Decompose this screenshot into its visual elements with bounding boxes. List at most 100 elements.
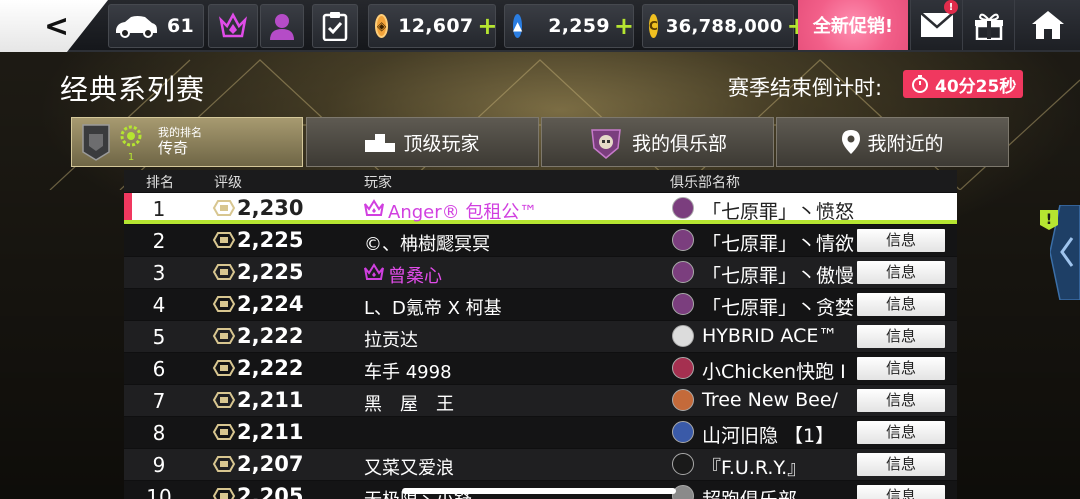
table-row[interactable]: 5 2,222 拉贡达 HYBRID ACE™ 信息: [124, 321, 957, 352]
header-rating: 评级: [214, 175, 242, 191]
rating-badge-icon: [212, 264, 236, 280]
rating-badge-icon: [212, 296, 236, 312]
my-rank-value: 传奇: [158, 138, 189, 157]
credits-counter[interactable]: C 36,788,000 +: [642, 4, 807, 48]
blue-credit-icon: ▲: [513, 14, 523, 38]
club-pirate-icon: [591, 129, 621, 159]
rating-cell: 2,205: [237, 484, 304, 499]
rating-badge-icon: [212, 232, 236, 248]
player-name[interactable]: 又菜又爱浪: [364, 454, 454, 480]
info-button[interactable]: 信息: [857, 389, 945, 412]
league-button[interactable]: [208, 4, 258, 48]
info-button[interactable]: 信息: [857, 293, 945, 316]
header-player: 玩家: [364, 175, 392, 191]
promo-button[interactable]: 全新促销!: [798, 0, 908, 50]
tasks-button[interactable]: [312, 4, 358, 48]
rating-cell: 2,222: [237, 356, 304, 380]
player-name[interactable]: 黑 屋 王: [364, 390, 454, 416]
table-row[interactable]: 3 2,225 曾桑心 「七原罪」丶傲慢 信息: [124, 257, 957, 288]
svg-text:1: 1: [128, 152, 134, 162]
club-emblem-icon: [672, 421, 694, 443]
club-name[interactable]: Tree New Bee/: [702, 389, 838, 411]
player-name[interactable]: 曾桑心: [388, 262, 442, 288]
side-drawer-toggle[interactable]: !: [1040, 204, 1080, 301]
table-row[interactable]: 2 2,225 ©、柟樹飂冥冥 「七原罪」丶情欲 信息: [124, 225, 957, 256]
info-button[interactable]: 信息: [857, 453, 945, 476]
table-row[interactable]: 8 2,211 山河旧隐 【1】 信息: [124, 417, 957, 448]
legend-badge-icon: [82, 124, 110, 161]
back-button[interactable]: <: [0, 0, 108, 52]
club-name[interactable]: 「七原罪」丶愤怒: [702, 197, 854, 224]
rating-badge-icon: [212, 392, 236, 408]
rank-cell: 10: [146, 485, 172, 499]
rating-cell: 2,222: [237, 324, 304, 348]
table-row[interactable]: 7 2,211 黑 屋 王 Tree New Bee/信息: [124, 385, 957, 416]
club-name[interactable]: HYBRID ACE™: [702, 325, 837, 347]
mail-button[interactable]: !: [910, 0, 962, 50]
rating-badge-icon: [212, 200, 236, 216]
info-button[interactable]: 信息: [857, 261, 945, 284]
club-name[interactable]: 「七原罪」丶傲慢: [702, 261, 854, 288]
rating-cell: 2,225: [237, 228, 304, 252]
club-name[interactable]: 小Chicken快跑 I: [702, 357, 846, 384]
mail-icon: [919, 12, 954, 37]
rating-cell: 2,207: [237, 452, 304, 476]
blue-credits-value: 2,259: [548, 15, 610, 37]
title-bar: 经典系列赛 赛季结束倒计时: 40分25秒: [0, 56, 1080, 114]
blue-credits-counter[interactable]: ▲ 2,259 +: [504, 4, 634, 48]
rating-badge-icon: [212, 424, 236, 440]
season-countdown: 40分25秒: [903, 70, 1023, 98]
club-name[interactable]: 山河旧隐 【1】: [702, 421, 834, 448]
info-button[interactable]: 信息: [857, 229, 945, 252]
gift-icon: [974, 13, 1003, 40]
club-emblem-icon: [672, 357, 694, 379]
player-name[interactable]: 车手 4998: [364, 358, 452, 384]
table-row[interactable]: 1 2,230 Anger® 包租公™ 「七原罪」丶愤怒: [124, 193, 957, 224]
tab-my-rank[interactable]: 1 我的排名 传奇: [71, 117, 303, 167]
table-row[interactable]: 4 2,224 L、D氪帝 X 柯基 「七原罪」丶贪婪 信息: [124, 289, 957, 320]
club-emblem-icon: [672, 389, 694, 411]
table-row[interactable]: 6 2,222 车手 4998 小Chicken快跑 I 信息: [124, 353, 957, 384]
add-tokens-icon[interactable]: +: [477, 12, 497, 40]
info-button[interactable]: 信息: [857, 325, 945, 348]
tab-my-club[interactable]: 我的俱乐部: [541, 117, 774, 167]
rank-cell: 4: [152, 293, 166, 317]
rating-badge-icon: [212, 456, 236, 472]
club-emblem-icon: [672, 197, 694, 219]
add-blue-credits-icon[interactable]: +: [614, 12, 634, 40]
club-name[interactable]: 「七原罪」丶贪婪: [702, 293, 854, 320]
player-name[interactable]: 拉贡达: [364, 326, 418, 352]
header-rank: 排名: [146, 175, 174, 191]
player-name[interactable]: Anger® 包租公™: [388, 198, 537, 224]
info-button[interactable]: 信息: [857, 485, 945, 499]
credit-icon: C: [649, 14, 658, 38]
tab-top-players[interactable]: 顶级玩家: [306, 117, 539, 167]
club-name[interactable]: 『F.U.R.Y.』: [702, 453, 806, 480]
crown-icon: [364, 199, 384, 216]
cars-count: 61: [167, 15, 195, 37]
club-name[interactable]: 超跑俱乐部: [702, 485, 797, 499]
table-row[interactable]: 9 2,207 又菜又爱浪 『F.U.R.Y.』 信息: [124, 449, 957, 480]
player-name[interactable]: ©、柟樹飂冥冥: [364, 230, 490, 256]
home-button[interactable]: [1014, 0, 1080, 50]
tab-nearby[interactable]: 我附近的: [776, 117, 1009, 167]
credits-value: 36,788,000: [665, 15, 783, 37]
token-icon: ◈: [375, 14, 389, 38]
info-button[interactable]: 信息: [857, 357, 945, 380]
cars-counter[interactable]: 61: [108, 4, 204, 48]
info-button[interactable]: 信息: [857, 421, 945, 444]
rank-cell: 6: [152, 357, 166, 381]
gift-button[interactable]: [962, 0, 1014, 50]
rating-badge-icon: [212, 360, 236, 376]
stopwatch-icon: [912, 75, 928, 93]
tokens-counter[interactable]: ◈ 12,607 +: [368, 4, 497, 48]
car-icon: [116, 16, 157, 38]
home-indicator[interactable]: [402, 488, 676, 494]
tokens-value: 12,607: [398, 15, 474, 37]
season-countdown-label: 赛季结束倒计时:: [728, 76, 883, 100]
profile-button[interactable]: [260, 4, 304, 48]
player-name[interactable]: L、D氪帝 X 柯基: [364, 294, 502, 320]
club-name[interactable]: 「七原罪」丶情欲: [702, 229, 854, 256]
rating-cell: 2,211: [237, 388, 304, 412]
rating-cell: 2,230: [237, 196, 304, 220]
